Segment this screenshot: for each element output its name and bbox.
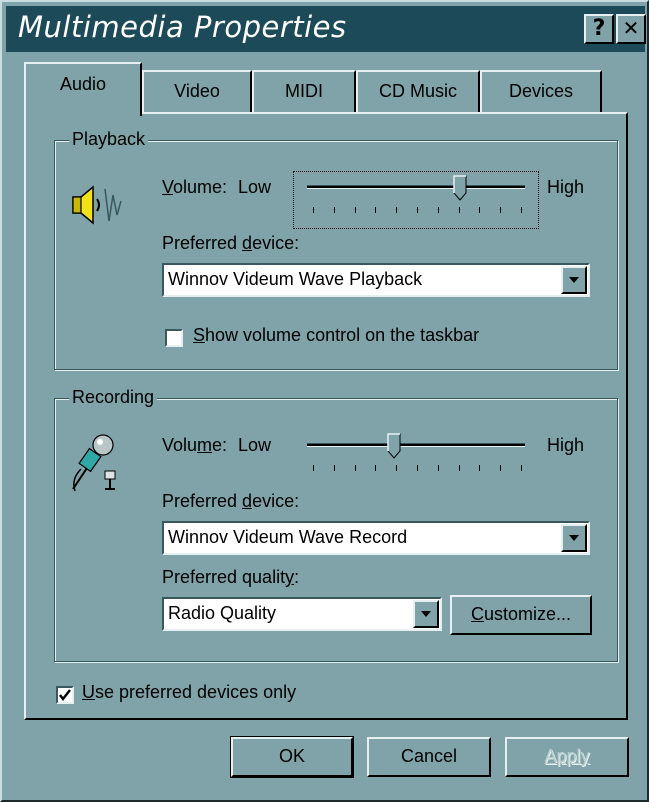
slider-tick [417, 465, 418, 471]
slider-tick [521, 465, 522, 471]
recording-quality-label: Preferred quality: [162, 567, 300, 587]
playback-device-select[interactable]: Winnov Videum Wave Playback [162, 263, 590, 297]
playback-low-label: Low [238, 177, 272, 197]
apply-button-label: Apply [544, 746, 590, 766]
playback-volume-thumb[interactable] [453, 175, 467, 201]
tab-audio[interactable]: Audio [24, 62, 142, 116]
audio-tab-panel: Playback Volume: Low High Preferred devi… [24, 112, 628, 720]
playback-high-label: High [547, 177, 585, 197]
recording-quality-value: Radio Quality [168, 603, 277, 623]
slider-tick [500, 465, 501, 471]
slider-tick [396, 465, 397, 471]
recording-volume-thumb[interactable] [387, 433, 401, 459]
playback-device-dropdown-button[interactable] [561, 266, 587, 294]
recording-volume-ticks [313, 465, 522, 473]
slider-tick [334, 465, 335, 471]
playback-volume-ticks [313, 207, 522, 215]
playback-slider-focus [293, 171, 539, 229]
slider-tick [313, 465, 314, 471]
slider-tick [500, 207, 501, 213]
tab-cd-music-label: CD Music [378, 81, 457, 101]
cancel-button[interactable]: Cancel [367, 737, 491, 777]
help-button[interactable]: ? [584, 14, 614, 44]
show-volume-label: Show volume control on the taskbar [193, 325, 480, 345]
tab-midi-label: MIDI [285, 81, 323, 101]
slider-tick [438, 207, 439, 213]
recording-device-dropdown-button[interactable] [561, 524, 587, 552]
playback-group: Playback Volume: Low High Preferred devi… [54, 129, 618, 370]
recording-volume-track[interactable] [307, 443, 525, 447]
microphone-icon [72, 434, 116, 492]
title-bar[interactable]: Multimedia Properties ? ✕ [6, 6, 646, 52]
cancel-button-label: Cancel [400, 746, 458, 766]
recording-device-select[interactable]: Winnov Videum Wave Record [162, 521, 590, 555]
slider-tick [417, 207, 418, 213]
tab-midi[interactable]: MIDI [252, 70, 356, 112]
slider-tick [313, 207, 314, 213]
close-button[interactable]: ✕ [616, 14, 646, 44]
use-preferred-devices-checkbox[interactable] [56, 686, 74, 704]
slider-tick [375, 207, 376, 213]
tab-video[interactable]: Video [142, 70, 252, 112]
playback-legend: Playback [69, 129, 149, 150]
playback-device-label: Preferred device: [162, 233, 300, 253]
ok-button-label: OK [278, 746, 305, 766]
recording-quality-dropdown-button[interactable] [413, 600, 439, 628]
recording-quality-select[interactable]: Radio Quality [162, 597, 442, 631]
playback-volume-track[interactable] [307, 185, 525, 189]
slider-tick [459, 207, 460, 213]
tab-audio-label: Audio [59, 74, 107, 94]
slider-tick [396, 207, 397, 213]
playback-device-value: Winnov Videum Wave Playback [168, 269, 423, 289]
tab-video-label: Video [174, 81, 220, 101]
multimedia-properties-window: Multimedia Properties ? ✕ Audio Video MI… [0, 0, 649, 802]
playback-volume-label: Volume: [162, 177, 228, 197]
use-preferred-devices-label: Use preferred devices only [82, 682, 297, 702]
recording-device-value: Winnov Videum Wave Record [168, 527, 408, 547]
recording-low-label: Low [238, 435, 272, 455]
recording-legend: Recording [69, 387, 158, 408]
close-icon: ✕ [622, 16, 640, 40]
recording-device-label: Preferred device: [162, 491, 300, 511]
speaker-icon [72, 185, 122, 225]
slider-tick [355, 465, 356, 471]
slider-tick [479, 207, 480, 213]
slider-tick [355, 207, 356, 213]
tab-cd-music[interactable]: CD Music [356, 70, 480, 112]
tab-devices[interactable]: Devices [480, 70, 602, 112]
recording-volume-label: Volume: [162, 435, 228, 455]
recording-group: Recording Volume: Low High Preferred dev… [54, 387, 618, 662]
slider-tick [334, 207, 335, 213]
show-volume-checkbox[interactable] [165, 329, 183, 347]
customize-button[interactable]: Customize... [450, 595, 592, 635]
slider-tick [375, 465, 376, 471]
window-title: Multimedia Properties [18, 10, 347, 44]
slider-tick [521, 207, 522, 213]
tab-devices-label: Devices [508, 81, 574, 101]
ok-button[interactable]: OK [230, 736, 354, 778]
recording-high-label: High [547, 435, 585, 455]
apply-button[interactable]: Apply [505, 737, 629, 777]
slider-tick [479, 465, 480, 471]
slider-tick [459, 465, 460, 471]
checkmark-icon [59, 689, 71, 702]
slider-tick [438, 465, 439, 471]
